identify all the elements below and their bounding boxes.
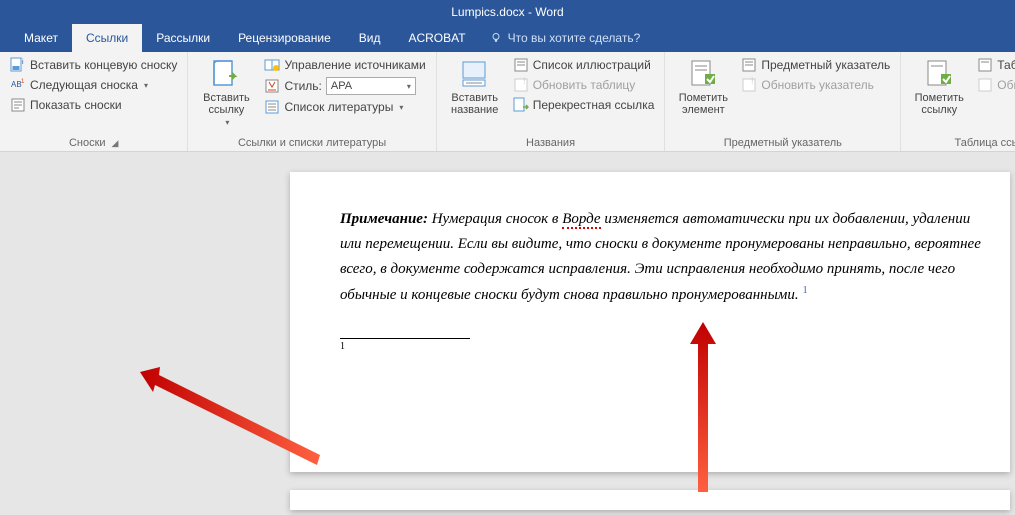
caption-icon — [459, 58, 491, 90]
group-toa-label: Таблица ссылок — [909, 135, 1015, 149]
update-index-button: ! Обновить указатель — [739, 76, 892, 94]
next-footnote-icon: AB1 — [10, 77, 26, 93]
svg-text:1: 1 — [21, 79, 25, 85]
ribbon-tabs: Макет Ссылки Рассылки Рецензирование Вид… — [0, 24, 1015, 52]
insert-citation-icon — [210, 58, 242, 90]
index-icon — [741, 57, 757, 73]
update-icon — [977, 77, 993, 93]
group-index-label: Предметный указатель — [673, 135, 892, 149]
style-label: Стиль: — [284, 79, 321, 93]
bibliography-button[interactable]: Список литературы ▾ — [262, 98, 427, 116]
dropdown-icon: ▾ — [225, 118, 229, 127]
next-footnote-button[interactable]: AB1 Следующая сноска ▾ — [8, 76, 179, 94]
word-link: Ворде — [562, 211, 600, 229]
svg-text:!: ! — [523, 77, 526, 86]
svg-text:i: i — [22, 59, 24, 66]
tab-review[interactable]: Рецензирование — [224, 24, 345, 52]
group-index: Пометить элемент Предметный указатель ! … — [665, 52, 901, 151]
endnote-icon: i — [10, 57, 26, 73]
group-toa: Пометить ссылку Таблица ссыл Обновить та… — [901, 52, 1015, 151]
footnote-reference[interactable]: 1 — [802, 284, 808, 296]
svg-text:!: ! — [751, 77, 754, 86]
insert-citation-button[interactable]: Вставить ссылку ▾ — [196, 56, 256, 127]
tell-me-label: Что вы хотите сделать? — [508, 31, 641, 45]
tab-layout[interactable]: Макет — [10, 24, 72, 52]
group-footnotes-label: Сноски — [69, 137, 106, 149]
group-citations-label: Ссылки и списки литературы — [196, 135, 427, 149]
citation-style-select[interactable]: APA ▾ — [326, 77, 416, 95]
group-footnotes: i Вставить концевую сноску AB1 Следующая… — [0, 52, 188, 151]
update-icon: ! — [741, 77, 757, 93]
tab-mailings[interactable]: Рассылки — [142, 24, 224, 52]
update-table-button: ! Обновить таблицу — [511, 76, 657, 94]
window-title: Lumpics.docx - Word — [451, 5, 563, 19]
show-notes-button[interactable]: Показать сноски — [8, 96, 179, 114]
paragraph[interactable]: Примечание: Нумерация сносок в Ворде изм… — [340, 207, 990, 308]
show-notes-icon — [10, 97, 26, 113]
group-citations: Вставить ссылку ▾ Управление источниками… — [188, 52, 436, 151]
dropdown-icon: ▾ — [399, 103, 403, 112]
ribbon: i Вставить концевую сноску AB1 Следующая… — [0, 52, 1015, 152]
document-page-next[interactable] — [290, 490, 1010, 510]
dropdown-icon: ▾ — [144, 81, 148, 90]
citation-style-row: Стиль: APA ▾ — [262, 76, 427, 96]
insert-index-button[interactable]: Предметный указатель — [739, 56, 892, 74]
mark-citation-button[interactable]: Пометить ссылку — [909, 56, 969, 116]
title-bar: Lumpics.docx - Word — [0, 0, 1015, 24]
tab-acrobat[interactable]: ACROBAT — [394, 24, 479, 52]
cross-reference-button[interactable]: Перекрестная ссылка — [511, 96, 657, 114]
footnote-number[interactable]: 1 — [340, 341, 990, 352]
document-area: Примечание: Нумерация сносок в Ворде изм… — [0, 152, 1015, 515]
toa-icon — [977, 57, 993, 73]
document-page[interactable]: Примечание: Нумерация сносок в Ворде изм… — [290, 172, 1010, 472]
group-captions-label: Названия — [445, 135, 657, 149]
lightbulb-icon — [490, 32, 502, 44]
list-icon — [513, 57, 529, 73]
style-icon — [264, 78, 280, 94]
mark-entry-button[interactable]: Пометить элемент — [673, 56, 733, 116]
update-icon: ! — [513, 77, 529, 93]
insert-caption-button[interactable]: Вставить название — [445, 56, 505, 116]
cross-ref-icon — [513, 97, 529, 113]
mark-entry-icon — [687, 58, 719, 90]
tab-view[interactable]: Вид — [345, 24, 395, 52]
insert-toa-button[interactable]: Таблица ссыл — [975, 56, 1015, 74]
tell-me-box[interactable]: Что вы хотите сделать? — [480, 24, 641, 52]
dialog-launcher-icon[interactable]: ◢ — [112, 138, 119, 148]
insert-endnote-button[interactable]: i Вставить концевую сноску — [8, 56, 179, 74]
footnote-separator — [340, 338, 470, 339]
mark-citation-icon — [923, 58, 955, 90]
bibliography-icon — [264, 99, 280, 115]
tab-references[interactable]: Ссылки — [72, 24, 142, 52]
dropdown-icon: ▾ — [407, 82, 411, 91]
table-of-figures-button[interactable]: Список иллюстраций — [511, 56, 657, 74]
manage-sources-icon — [264, 57, 280, 73]
manage-sources-button[interactable]: Управление источниками — [262, 56, 427, 74]
note-label: Примечание: — [340, 211, 428, 227]
group-captions: Вставить название Список иллюстраций ! О… — [437, 52, 666, 151]
update-toa-button: Обновить табл — [975, 76, 1015, 94]
